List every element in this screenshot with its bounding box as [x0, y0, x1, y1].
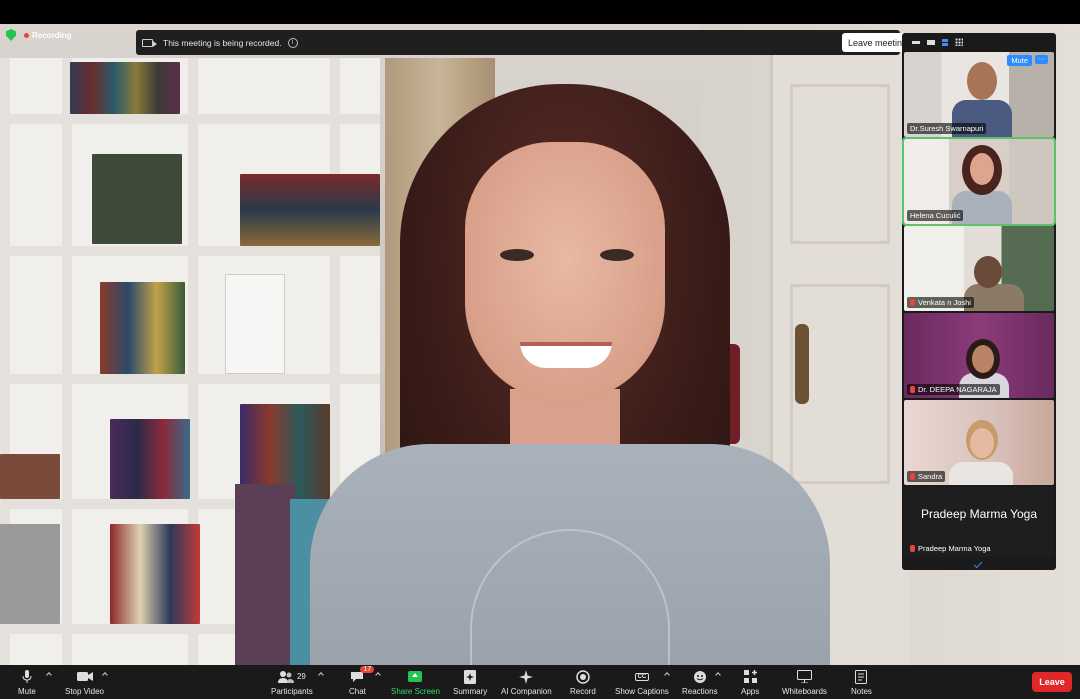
mic-muted-icon — [910, 545, 915, 552]
microphone-icon — [22, 668, 32, 685]
top-strip — [0, 0, 1080, 24]
sparkle-icon — [519, 668, 534, 685]
participant-name: Helena Cuculić — [907, 210, 964, 221]
summary-document-icon — [464, 668, 477, 685]
participant-name: Dr.Suresh Swarnapuri — [907, 123, 987, 134]
recording-banner-text: This meeting is being recorded. — [163, 37, 282, 48]
smiley-face-icon — [693, 668, 707, 685]
hide-video-icon[interactable] — [927, 39, 935, 45]
view-button[interactable]: View — [1056, 30, 1075, 40]
meeting-controls-toolbar: Mute Stop Video 29 Participants 17 Chat … — [0, 665, 1080, 699]
whiteboards-button[interactable]: Whiteboards — [782, 668, 827, 696]
record-button[interactable]: Record — [570, 668, 596, 696]
notes-button[interactable]: Notes — [851, 668, 872, 696]
participant-tile[interactable]: Dr. DEEPA NAGARAJA — [904, 313, 1054, 398]
show-captions-button[interactable]: CC Show Captions — [615, 668, 669, 696]
ai-companion-button[interactable]: AI Companion — [501, 668, 552, 696]
minimize-icon[interactable] — [912, 40, 920, 44]
notes-icon — [855, 668, 868, 685]
record-icon — [576, 668, 590, 685]
share-screen-button[interactable]: Share Screen — [391, 668, 440, 696]
recording-banner: This meeting is being recorded. i — [136, 30, 900, 55]
mic-muted-icon — [910, 299, 915, 306]
recording-dot-icon — [24, 32, 29, 38]
summary-button[interactable]: Summary — [453, 668, 487, 696]
participants-icon: 29 — [277, 668, 306, 685]
participant-tile[interactable]: Sandra — [904, 400, 1054, 485]
reactions-button[interactable]: Reactions — [682, 668, 718, 696]
participant-name: Dr. DEEPA NAGARAJA — [907, 384, 1000, 395]
stop-video-button[interactable]: Stop Video — [65, 668, 104, 696]
mic-muted-icon — [910, 473, 915, 480]
participant-name: Pradeep Marma Yoga — [907, 543, 994, 554]
participant-big-name: Pradeep Marma Yoga — [920, 507, 1038, 521]
participants-options-chevron-icon[interactable] — [318, 672, 324, 678]
chat-bubble-icon: 17 — [350, 666, 375, 685]
participant-name: Sandra — [907, 471, 946, 482]
leave-button[interactable]: Leave — [1032, 672, 1072, 692]
participant-name: Venkata n Joshi — [907, 297, 974, 308]
whiteboard-icon — [796, 668, 812, 685]
chat-button[interactable]: 17 Chat — [349, 666, 375, 696]
participants-button[interactable]: 29 Participants — [271, 668, 313, 696]
grid-view-icon[interactable] — [955, 38, 963, 46]
info-icon[interactable]: i — [287, 37, 298, 48]
recording-indicator[interactable]: Recording — [24, 28, 72, 42]
participant-tile-video-off[interactable]: Pradeep Marma Yoga Pradeep Marma Yoga — [904, 487, 1054, 557]
apps-button[interactable]: Apps — [741, 668, 759, 696]
participants-count: 29 — [296, 672, 306, 681]
participant-tile[interactable]: Mute ··· Dr.Suresh Swarnapuri — [904, 52, 1054, 137]
apps-icon — [743, 668, 757, 685]
chat-unread-badge: 17 — [360, 666, 375, 673]
video-camera-icon — [142, 38, 157, 47]
video-camera-icon — [76, 668, 93, 685]
scroll-down-chevron-icon[interactable] — [973, 559, 983, 569]
recording-label: Recording — [32, 30, 72, 40]
gallery-side-panel: Mute ··· Dr.Suresh Swarnapuri Helena Cuc… — [902, 33, 1056, 570]
chat-options-chevron-icon[interactable] — [375, 672, 381, 678]
participant-tile-active-speaker[interactable]: Helena Cuculić — [902, 137, 1056, 226]
mic-muted-icon — [910, 386, 915, 393]
mute-button[interactable]: Mute — [18, 668, 36, 696]
gallery-toolbar — [902, 33, 1056, 51]
participant-tile[interactable]: Venkata n Joshi — [904, 226, 1054, 311]
closed-captions-icon: CC — [634, 668, 650, 685]
strip-view-icon[interactable] — [942, 38, 948, 46]
mute-options-chevron-icon[interactable] — [46, 672, 52, 678]
more-options-button[interactable]: ··· — [1035, 55, 1048, 64]
share-screen-icon — [408, 668, 423, 685]
mute-participant-button[interactable]: Mute — [1007, 55, 1032, 66]
